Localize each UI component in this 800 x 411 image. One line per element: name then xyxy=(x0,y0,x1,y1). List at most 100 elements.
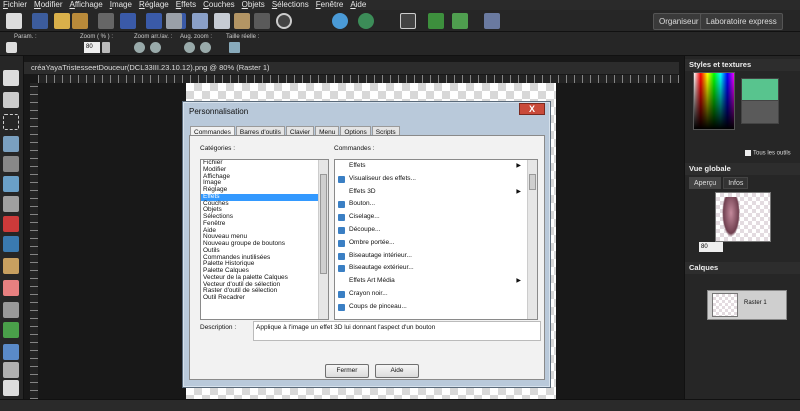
close-button[interactable]: Fermer xyxy=(325,364,369,378)
command-item[interactable]: Effets ▶ xyxy=(335,160,537,173)
command-item[interactable]: Ciselage... xyxy=(335,211,537,224)
script-record-icon[interactable] xyxy=(452,13,468,29)
red-eye-tool-icon[interactable] xyxy=(3,196,19,212)
command-item[interactable]: Effets Art Média ▶ xyxy=(335,275,537,288)
gif-icon[interactable] xyxy=(146,13,162,29)
zoom-spin-icon[interactable] xyxy=(102,42,110,53)
category-item[interactable]: Réglage xyxy=(201,186,328,194)
menu-reglage[interactable]: Réglage xyxy=(139,0,169,10)
organiser-button[interactable]: Organiseur xyxy=(653,13,705,30)
redo-icon[interactable] xyxy=(358,13,374,29)
menu-selections[interactable]: Sélections xyxy=(272,0,309,10)
command-item[interactable]: Effets 3D ▶ xyxy=(335,186,537,199)
script-run-icon[interactable] xyxy=(428,13,444,29)
command-item[interactable]: Visualiseur des effets... xyxy=(335,173,537,186)
foreground-swatch[interactable] xyxy=(741,78,779,102)
pan-tool-icon[interactable] xyxy=(3,70,19,86)
jpeg-icon[interactable] xyxy=(120,13,136,29)
makeover-tool-icon[interactable] xyxy=(3,216,19,232)
category-item[interactable]: Nouveau groupe de boutons xyxy=(201,240,328,248)
dialog-body: Catégories : Commandes : Fichier Modifier… xyxy=(189,135,545,380)
zoom-less-icon[interactable] xyxy=(200,42,211,53)
chisel-icon xyxy=(338,214,345,222)
menu-objets[interactable]: Objets xyxy=(242,0,265,10)
overview-zoom-field[interactable]: 80 xyxy=(699,242,723,252)
command-item[interactable]: Biseautage extérieur... xyxy=(335,262,537,275)
browse-icon[interactable] xyxy=(72,13,88,29)
save-icon[interactable] xyxy=(32,13,48,29)
category-item[interactable]: Outil Recadrer xyxy=(201,294,328,302)
eraser-tool-icon[interactable] xyxy=(3,280,19,296)
command-label: Crayon noir... xyxy=(349,289,388,297)
cutout-icon xyxy=(338,226,345,234)
rotate-icon[interactable] xyxy=(276,13,292,29)
commands-scrollbar[interactable] xyxy=(527,160,537,319)
zoom-arr-label: Zoom arr./av. : xyxy=(134,34,173,40)
picture-tube-icon[interactable] xyxy=(3,362,19,378)
command-item[interactable]: Bouton... xyxy=(335,198,537,211)
crop-tool-icon[interactable] xyxy=(3,156,19,172)
help-button[interactable]: Aide xyxy=(375,364,419,378)
dialog-close-button[interactable]: X xyxy=(519,103,545,115)
dropper-tool-icon[interactable] xyxy=(3,136,19,152)
selection-tool-icon[interactable] xyxy=(3,114,19,130)
zoom-in-icon[interactable] xyxy=(134,42,145,53)
submenu-arrow-icon: ▶ xyxy=(516,188,521,195)
pick-tool-icon[interactable] xyxy=(3,92,19,108)
settings-icon[interactable] xyxy=(400,13,416,29)
actual-size-icon[interactable] xyxy=(229,42,240,53)
command-item[interactable]: Coups de pinceau... xyxy=(335,301,537,314)
checkbox-icon[interactable] xyxy=(745,150,751,156)
menu-modifier[interactable]: Modifier xyxy=(34,0,62,10)
camera-icon[interactable] xyxy=(98,13,114,29)
menu-aide[interactable]: Aide xyxy=(350,0,366,10)
print-icon[interactable] xyxy=(166,13,182,29)
all-tools-checkbox[interactable]: Tous les outils xyxy=(745,150,791,157)
command-item[interactable]: Découpe... xyxy=(335,224,537,237)
new-icon[interactable] xyxy=(6,13,22,29)
scrollbar-thumb[interactable] xyxy=(320,174,327,274)
scrollbar-thumb[interactable] xyxy=(529,174,536,190)
commands-list[interactable]: Effets ▶ Visualiseur des effets... Effets 3… xyxy=(334,159,538,320)
tool-options-bar: Param. : Zoom ( % ) : 80 Zoom arr./av. :… xyxy=(0,32,800,56)
open-icon[interactable] xyxy=(54,13,70,29)
layer-row[interactable]: Raster 1 xyxy=(707,290,787,320)
menu-fenetre[interactable]: Fenêtre xyxy=(316,0,344,10)
undo-icon[interactable] xyxy=(332,13,348,29)
paint-brush-icon[interactable] xyxy=(3,258,19,274)
color-replacer-icon[interactable] xyxy=(3,322,19,338)
hand-tool-icon[interactable] xyxy=(6,42,17,53)
command-item[interactable]: Crayon noir... xyxy=(335,288,537,301)
text-tool-icon[interactable] xyxy=(3,380,19,396)
tab-infos[interactable]: Infos xyxy=(723,177,749,189)
menu-couches[interactable]: Couches xyxy=(203,0,235,10)
menu-fichier[interactable]: Fichier xyxy=(3,0,27,10)
categories-list[interactable]: Fichier Modifier Affichage Image Réglage Effe… xyxy=(200,159,329,320)
tab-apercu[interactable]: Aperçu xyxy=(689,177,722,189)
personnalisation-dialog: Personnalisation X Commandes Barres d'ou… xyxy=(182,101,551,388)
menu-image[interactable]: Image xyxy=(110,0,132,10)
menu-affichage[interactable]: Affichage xyxy=(69,0,102,10)
paste-icon[interactable] xyxy=(234,13,250,29)
zoom-more-icon[interactable] xyxy=(184,42,195,53)
crop-icon[interactable] xyxy=(254,13,270,29)
zoom-field[interactable]: 80 xyxy=(84,42,100,53)
fill-tool-icon[interactable] xyxy=(3,344,19,360)
smudge-tool-icon[interactable] xyxy=(3,302,19,318)
command-item[interactable]: Biseautage intérieur... xyxy=(335,250,537,263)
background-swatch[interactable] xyxy=(741,100,779,124)
straighten-tool-icon[interactable] xyxy=(3,176,19,192)
categories-scrollbar[interactable] xyxy=(318,160,328,319)
zoom-out-icon[interactable] xyxy=(150,42,161,53)
cut-icon[interactable] xyxy=(192,13,208,29)
color-picker[interactable] xyxy=(693,72,735,130)
clone-tool-icon[interactable] xyxy=(3,236,19,252)
copy-icon[interactable] xyxy=(214,13,230,29)
menu-effets[interactable]: Effets xyxy=(176,0,196,10)
right-panels: Styles et textures Tous les outils Vue g… xyxy=(684,56,800,399)
category-item[interactable]: Fenêtre xyxy=(201,220,328,228)
command-item[interactable]: Ombre portée... xyxy=(335,237,537,250)
overview-thumbnail[interactable] xyxy=(715,192,771,242)
laboratoire-button[interactable]: Laboratoire express xyxy=(700,13,783,30)
workspace-icon[interactable] xyxy=(484,13,500,29)
